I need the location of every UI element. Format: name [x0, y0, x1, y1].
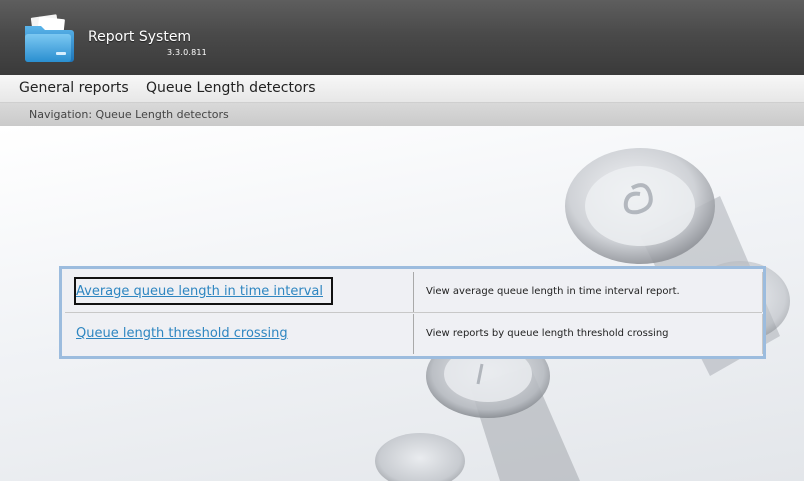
report-description-cell: View reports by queue length threshold c…	[414, 314, 763, 354]
report-link-average-queue-length[interactable]: Average queue length in time interval	[76, 284, 323, 299]
menu-queue-length-detectors[interactable]: Queue Length detectors	[146, 80, 316, 96]
breadcrumb: Navigation: Queue Length detectors	[29, 108, 229, 121]
reports-table: Average queue length in time interval Vi…	[59, 266, 766, 359]
report-link-threshold-crossing[interactable]: Queue length threshold crossing	[76, 326, 288, 341]
app-version: 3.3.0.811	[167, 48, 207, 57]
main-menu: General reports Queue Length detectors	[0, 75, 804, 103]
app-title: Report System	[88, 29, 192, 45]
table-row: Average queue length in time interval Vi…	[65, 272, 763, 313]
menu-general-reports[interactable]: General reports	[19, 80, 129, 96]
report-link-cell: Average queue length in time interval	[65, 272, 414, 312]
report-description: View average queue length in time interv…	[426, 286, 680, 297]
report-description-cell: View average queue length in time interv…	[414, 272, 763, 312]
report-description: View reports by queue length threshold c…	[426, 328, 669, 339]
folder-icon	[25, 14, 74, 62]
app-header: Report System 3.3.0.811	[0, 0, 804, 75]
report-link-cell: Queue length threshold crossing	[65, 314, 414, 354]
navigation-bar: Navigation: Queue Length detectors	[0, 103, 804, 126]
table-row: Queue length threshold crossing View rep…	[65, 314, 763, 354]
